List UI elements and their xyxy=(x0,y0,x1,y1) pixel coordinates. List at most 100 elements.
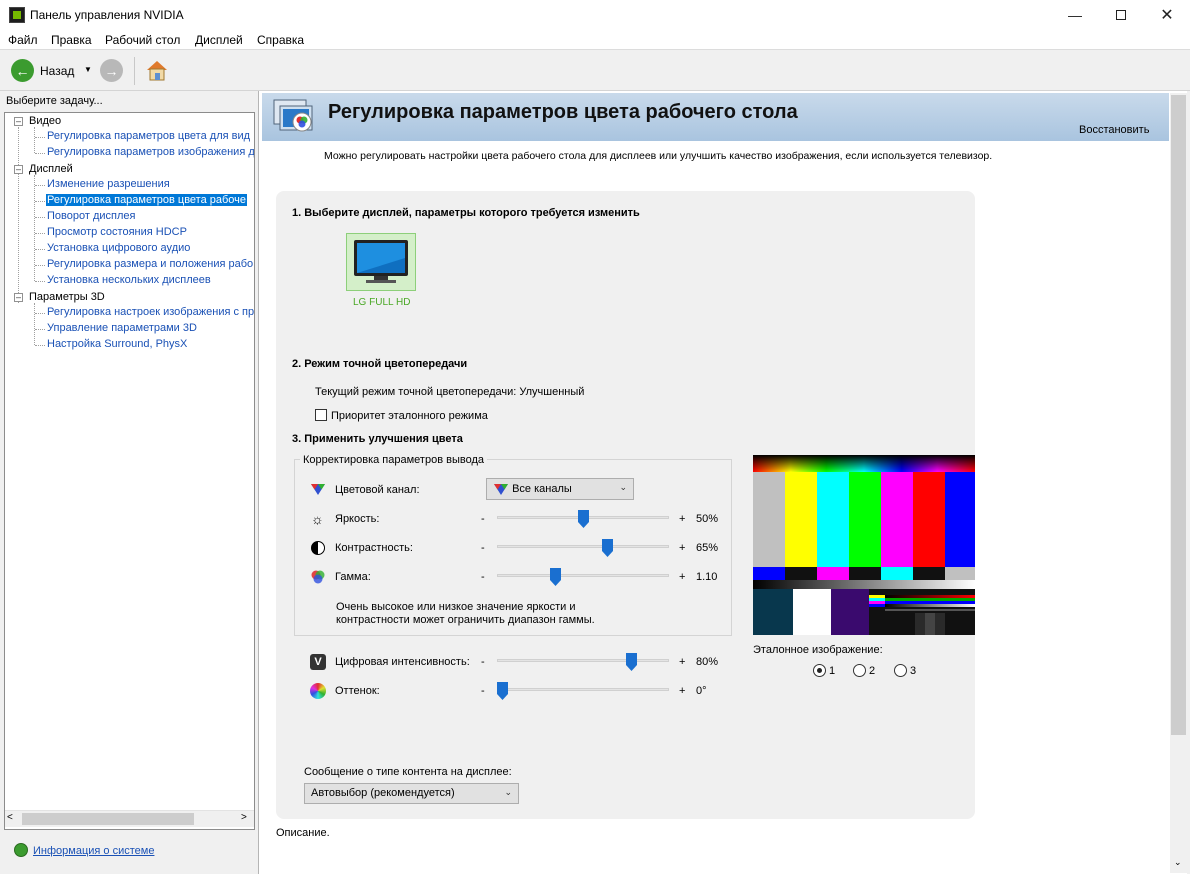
radio-button[interactable] xyxy=(853,664,866,677)
menu-help[interactable]: Справка xyxy=(257,33,304,47)
all-channels-icon xyxy=(494,484,508,495)
menu-file[interactable]: Файл xyxy=(8,33,38,47)
tree-category-display[interactable]: Дисплей xyxy=(29,163,73,175)
step2-heading: 2. Режим точной цветопередачи xyxy=(292,358,468,370)
radio-button[interactable] xyxy=(894,664,907,677)
current-mode-text: Текущий режим точной цветопередачи: Улуч… xyxy=(315,386,585,398)
tree-line xyxy=(35,185,45,186)
tree-collapse-video[interactable]: – xyxy=(14,117,23,126)
content-type-select[interactable]: Автовыбор (рекомендуется) ⌄ xyxy=(304,783,519,804)
slider-thumb[interactable] xyxy=(497,682,508,700)
tree-line xyxy=(34,127,35,153)
digital-vibrance-icon: V xyxy=(310,654,326,670)
back-button[interactable]: ← Назад xyxy=(11,59,74,82)
tree-collapse-display[interactable]: – xyxy=(14,165,23,174)
hue-icon xyxy=(310,683,326,699)
window-title: Панель управления NVIDIA xyxy=(30,8,184,22)
scroll-down-icon[interactable]: ⌄ xyxy=(1174,857,1182,868)
menu-display[interactable]: Дисплей xyxy=(195,33,243,47)
sidebar-item-video-image[interactable]: Регулировка параметров изображения д xyxy=(46,146,254,158)
menu-bar: Файл Правка Рабочий стол Дисплей Справка xyxy=(0,30,1190,50)
tree-line xyxy=(18,127,19,303)
sidebar-item-hdcp[interactable]: Просмотр состояния HDCP xyxy=(46,226,188,238)
brightness-slider[interactable] xyxy=(497,508,669,530)
sidebar-item-desktop-color[interactable]: Регулировка параметров цвета рабоче xyxy=(46,194,248,206)
slider-thumb[interactable] xyxy=(626,653,637,671)
display-tile[interactable] xyxy=(346,233,416,291)
color-channel-select[interactable]: Все каналы ⌄ xyxy=(486,478,634,500)
digital-vibrance-label: Цифровая интенсивность: xyxy=(335,656,470,668)
gamma-warning-line1: Очень высокое или низкое значение яркост… xyxy=(336,601,576,613)
slider-track xyxy=(497,574,669,577)
menu-desktop[interactable]: Рабочий стол xyxy=(105,33,180,47)
display-name[interactable]: LG FULL HD xyxy=(353,297,410,308)
nvidia-app-icon xyxy=(9,7,25,23)
digital-vibrance-slider[interactable] xyxy=(497,651,669,673)
contrast-slider[interactable] xyxy=(497,537,669,559)
desktop-color-icon xyxy=(272,98,320,138)
brightness-icon: ☼ xyxy=(311,511,324,527)
content-type-label: Сообщение о типе контента на дисплее: xyxy=(304,766,512,778)
reference-radio-2-label: 2 xyxy=(869,664,876,677)
priority-checkbox-label: Приоритет эталонного режима xyxy=(331,410,488,422)
page-description: Можно регулировать настройки цвета рабоч… xyxy=(324,150,993,162)
slider-track xyxy=(497,659,669,662)
sidebar-item-3d-manage[interactable]: Управление параметрами 3D xyxy=(46,322,198,334)
scroll-right-icon[interactable]: > xyxy=(241,812,247,823)
forward-button[interactable]: → xyxy=(100,59,123,82)
gamma-slider[interactable] xyxy=(497,566,669,588)
reference-radio-3-label: 3 xyxy=(910,664,917,677)
content-vertical-scrollbar[interactable]: ⌄ xyxy=(1170,93,1187,873)
scroll-left-icon[interactable]: < xyxy=(7,812,13,823)
system-info-link[interactable]: Информация о системе xyxy=(33,845,154,857)
tree-line xyxy=(35,233,45,234)
radio-selected-dot xyxy=(817,668,822,673)
slider-thumb[interactable] xyxy=(578,510,589,528)
sidebar-item-video-color[interactable]: Регулировка параметров цвета для вид xyxy=(46,130,251,142)
sidebar-item-size-position[interactable]: Регулировка размера и положения рабо xyxy=(46,258,254,270)
tree-line xyxy=(35,345,45,346)
step3-heading: 3. Применить улучшения цвета xyxy=(292,433,463,445)
slider-thumb[interactable] xyxy=(550,568,561,586)
restore-link[interactable]: Восстановить xyxy=(1079,124,1149,136)
reference-radio-1[interactable]: 1 xyxy=(813,664,835,677)
tree-category-3d[interactable]: Параметры 3D xyxy=(29,291,105,303)
page-title: Регулировка параметров цвета рабочего ст… xyxy=(328,101,798,123)
minimize-button[interactable]: — xyxy=(1052,0,1098,30)
contrast-icon xyxy=(311,541,325,555)
sidebar-item-audio[interactable]: Установка цифрового аудио xyxy=(46,242,191,254)
reference-radio-3[interactable]: 3 xyxy=(894,664,916,677)
home-icon[interactable] xyxy=(144,57,170,83)
chevron-down-icon: ⌄ xyxy=(619,482,627,492)
reference-radio-2[interactable]: 2 xyxy=(853,664,875,677)
scroll-thumb[interactable] xyxy=(1171,95,1186,735)
gamma-minus: - xyxy=(481,571,485,583)
sidebar-item-multiple-displays[interactable]: Установка нескольких дисплеев xyxy=(46,274,212,286)
hue-value: 0° xyxy=(696,685,707,697)
back-history-dropdown-icon[interactable]: ▼ xyxy=(84,65,92,74)
menu-edit[interactable]: Правка xyxy=(51,33,92,47)
contrast-minus: - xyxy=(481,542,485,554)
tree-line xyxy=(35,281,45,282)
tree-horizontal-scrollbar[interactable]: < > xyxy=(5,810,254,827)
tree-line xyxy=(35,137,45,138)
sidebar-item-surround[interactable]: Настройка Surround, PhysX xyxy=(46,338,188,350)
sidebar-item-3d-image[interactable]: Регулировка настроек изображения с пр xyxy=(46,306,254,318)
hue-slider[interactable] xyxy=(497,680,669,702)
tree-collapse-3d[interactable]: – xyxy=(14,293,23,302)
slider-thumb[interactable] xyxy=(602,539,613,557)
gamma-plus: + xyxy=(679,571,686,583)
radio-button[interactable] xyxy=(813,664,826,677)
scroll-thumb[interactable] xyxy=(22,813,194,825)
hue-minus: - xyxy=(481,685,485,697)
tree-category-video[interactable]: Видео xyxy=(29,115,61,127)
close-button[interactable]: ✕ xyxy=(1144,0,1190,30)
maximize-button[interactable] xyxy=(1098,0,1144,30)
sidebar-item-rotation[interactable]: Поворот дисплея xyxy=(46,210,136,222)
color-channel-value: Все каналы xyxy=(512,482,572,495)
priority-checkbox[interactable] xyxy=(315,409,327,421)
sidebar-item-resolution[interactable]: Изменение разрешения xyxy=(46,178,171,190)
gamma-icon xyxy=(310,569,326,585)
contrast-value: 65% xyxy=(696,542,719,554)
tree-line xyxy=(35,153,45,154)
